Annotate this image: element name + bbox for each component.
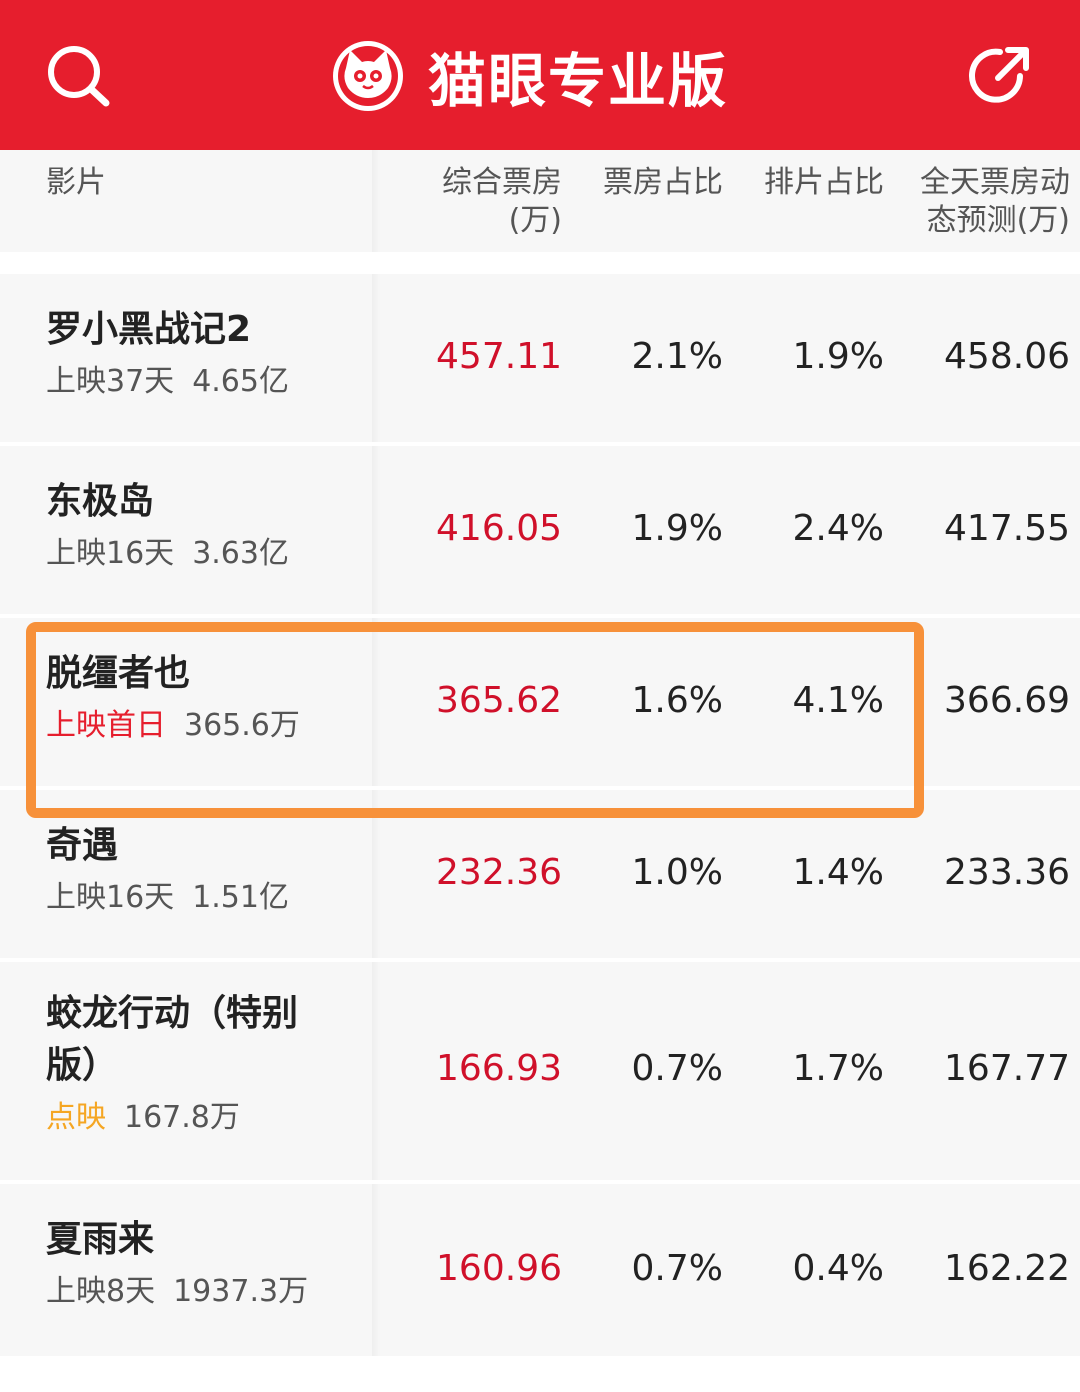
table-row[interactable]: 奇遇 上映16天 1.51亿 232.36 1.0% 1.4% 233.36 <box>0 790 1080 962</box>
release-status: 上映8天 <box>46 1274 156 1309</box>
forecast-value: 458.06 <box>944 336 1070 377</box>
box-office-table: 影片 综合票房 (万) 票房占比 排片占比 全天票房动 态预测(万) 罗小黑战记… <box>0 150 1080 1360</box>
release-status: 点映 <box>46 1100 106 1135</box>
film-release-info: 上映16天 3.63亿 <box>46 528 366 580</box>
table-row[interactable]: 罗小黑战记2 上映37天 4.65亿 457.11 2.1% 1.9% 458.0… <box>0 274 1080 446</box>
box-share-value: 1.0% <box>631 852 723 893</box>
header-box-office-line1: 综合票房 <box>442 165 562 200</box>
release-status: 上映37天 <box>46 364 175 399</box>
film-cell: 蛟龙行动（特别 版） 点映 167.8万 <box>46 988 366 1144</box>
share-icon[interactable] <box>964 40 1036 112</box>
release-status: 上映16天 <box>46 536 175 571</box>
film-name: 罗小黑战记2 <box>46 309 252 350</box>
forecast-value: 162.22 <box>944 1248 1070 1289</box>
table-row[interactable]: 东极岛 上映16天 3.63亿 416.05 1.9% 2.4% 417.55 <box>0 446 1080 618</box>
schedule-share-value: 4.1% <box>792 680 884 721</box>
total-gross: 365.6万 <box>184 708 300 743</box>
table-row-highlighted[interactable]: 脱缰者也 上映首日 365.6万 365.62 1.6% 4.1% 366.69 <box>0 618 1080 790</box>
schedule-share-value: 1.7% <box>792 1048 884 1089</box>
box-share-value: 1.6% <box>631 680 723 721</box>
schedule-share-value: 2.4% <box>792 508 884 549</box>
total-gross: 1.51亿 <box>192 880 289 915</box>
box-office-value: 416.05 <box>436 508 562 549</box>
header-forecast[interactable]: 全天票房动 态预测(万) <box>920 164 1070 240</box>
film-cell: 脱缰者也 上映首日 365.6万 <box>46 648 366 752</box>
box-share-value: 2.1% <box>631 336 723 377</box>
film-name-line1: 蛟龙行动（特别 <box>46 993 299 1034</box>
header-schedule-share[interactable]: 排片占比 <box>764 164 884 202</box>
header-forecast-line1: 全天票房动 <box>920 165 1070 200</box>
film-name: 夏雨来 <box>46 1219 155 1260</box>
film-cell: 奇遇 上映16天 1.51亿 <box>46 820 366 924</box>
box-office-value: 457.11 <box>436 336 562 377</box>
film-name: 东极岛 <box>46 481 155 522</box>
film-release-info: 点映 167.8万 <box>46 1092 366 1144</box>
total-gross: 1937.3万 <box>173 1274 309 1309</box>
box-office-value: 166.93 <box>436 1048 562 1089</box>
spacer <box>0 252 1080 274</box>
app-title: 猫眼专业版 <box>428 47 729 115</box>
top-app-bar: 猫眼专业版 <box>0 0 1080 150</box>
schedule-share-value: 0.4% <box>792 1248 884 1289</box>
box-share-value: 0.7% <box>631 1048 723 1089</box>
film-cell: 夏雨来 上映8天 1937.3万 <box>46 1214 366 1318</box>
search-icon[interactable] <box>42 40 114 112</box>
box-office-value: 160.96 <box>436 1248 562 1289</box>
film-cell: 东极岛 上映16天 3.63亿 <box>46 476 366 580</box>
header-box-office[interactable]: 综合票房 (万) <box>442 164 562 240</box>
total-gross: 3.63亿 <box>192 536 289 571</box>
schedule-share-value: 1.9% <box>792 336 884 377</box>
film-name-line2: 版） <box>46 1045 119 1086</box>
film-name: 奇遇 <box>46 825 119 866</box>
header-box-office-line2: (万) <box>508 203 562 238</box>
total-gross: 167.8万 <box>124 1100 240 1135</box>
film-release-info: 上映8天 1937.3万 <box>46 1266 366 1318</box>
table-row[interactable]: 蛟龙行动（特别 版） 点映 167.8万 166.93 0.7% 1.7% 167… <box>0 962 1080 1184</box>
schedule-share-value: 1.4% <box>792 852 884 893</box>
release-status: 上映首日 <box>46 708 166 743</box>
box-office-value: 365.62 <box>436 680 562 721</box>
table-header: 影片 综合票房 (万) 票房占比 排片占比 全天票房动 态预测(万) <box>0 150 1080 252</box>
release-status: 上映16天 <box>46 880 175 915</box>
film-release-info: 上映首日 365.6万 <box>46 700 366 752</box>
header-box-share[interactable]: 票房占比 <box>603 164 723 202</box>
forecast-value: 233.36 <box>944 852 1070 893</box>
table-row[interactable]: 夏雨来 上映8天 1937.3万 160.96 0.7% 0.4% 162.22 <box>0 1184 1080 1360</box>
film-release-info: 上映16天 1.51亿 <box>46 872 366 924</box>
film-name: 脱缰者也 <box>46 653 191 694</box>
total-gross: 4.65亿 <box>192 364 289 399</box>
box-share-value: 1.9% <box>631 508 723 549</box>
header-film[interactable]: 影片 <box>46 164 106 202</box>
box-share-value: 0.7% <box>631 1248 723 1289</box>
box-office-value: 232.36 <box>436 852 562 893</box>
forecast-value: 167.77 <box>944 1048 1070 1089</box>
forecast-value: 417.55 <box>944 508 1070 549</box>
film-release-info: 上映37天 4.65亿 <box>46 356 366 408</box>
forecast-value: 366.69 <box>944 680 1070 721</box>
brand: 猫眼专业版 <box>330 38 728 115</box>
cat-logo-icon <box>330 38 406 114</box>
header-forecast-line2: 态预测(万) <box>926 203 1070 238</box>
film-cell: 罗小黑战记2 上映37天 4.65亿 <box>46 304 366 408</box>
